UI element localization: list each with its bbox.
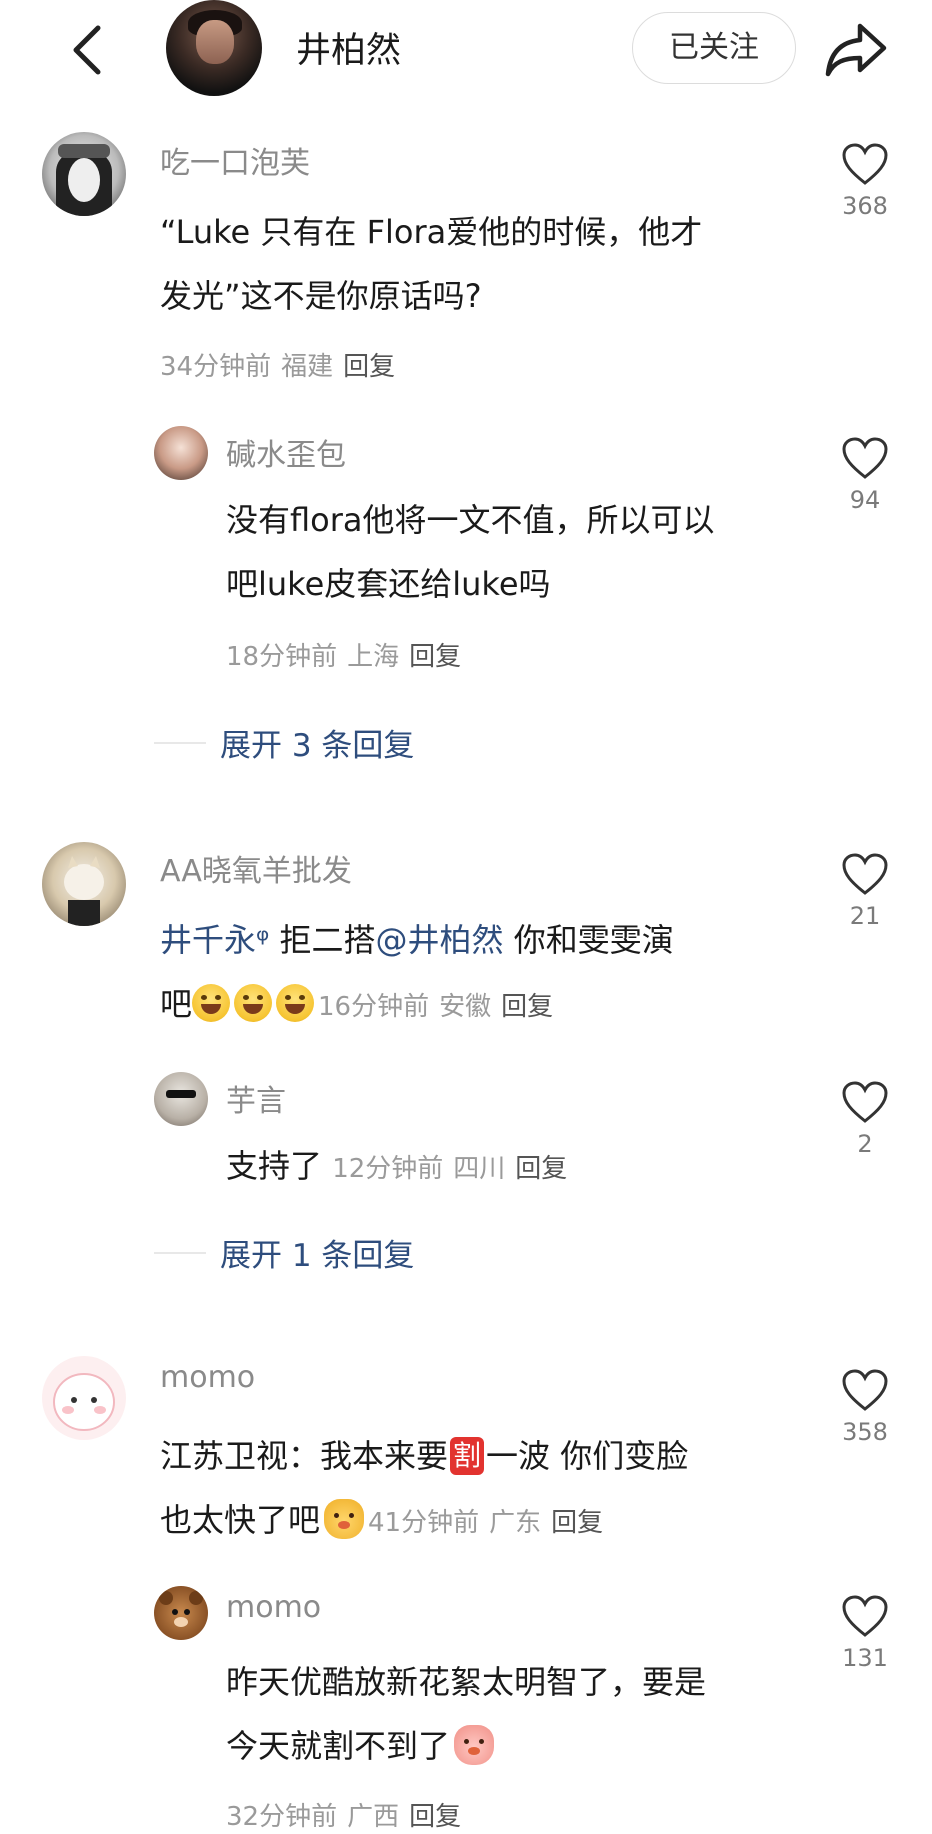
comment-time: 16分钟前 <box>318 992 430 1022</box>
heart-outline-icon <box>842 1369 888 1411</box>
avatar[interactable] <box>42 1356 126 1440</box>
mention-link[interactable]: @井柏然 <box>376 921 504 959</box>
like-count: 368 <box>842 192 888 220</box>
duck-sticker-icon <box>324 1499 365 1539</box>
page-title: 井柏然 <box>296 31 402 71</box>
comment-text: 昨天优酷放新花絮太明智了，要是 今天就割不到了 <box>226 1663 707 1765</box>
back-button[interactable] <box>62 20 112 80</box>
heart-outline-icon <box>842 1081 888 1123</box>
like-count: 94 <box>849 486 881 514</box>
follow-button[interactable]: 已关注 <box>632 12 796 84</box>
comment-text: 支持了 12分钟前 四川 回复 <box>226 1147 568 1185</box>
mention-link[interactable]: 井千永ᵠ <box>160 921 269 959</box>
comment-meta: 34分钟前 福建 回复 <box>160 346 395 383</box>
comment-location: 安徽 <box>439 992 492 1022</box>
heart-outline-icon <box>842 853 888 895</box>
like-count: 131 <box>842 1644 888 1672</box>
comment-text: 江苏卫视：我本来要割一波 你们变脸 也太快了吧 41分钟前 广东 回复 <box>160 1437 689 1539</box>
heart-outline-icon <box>842 143 888 185</box>
comment-meta: 41分钟前 广东 回复 <box>368 1508 603 1538</box>
cut-emoji-badge: 割 <box>450 1437 485 1475</box>
comment-location: 福建 <box>281 352 334 382</box>
comment-username[interactable]: 碱水歪包 <box>226 430 346 474</box>
comment-meta: 18分钟前 上海 回复 <box>226 636 461 673</box>
like-button[interactable]: 358 <box>835 1368 895 1446</box>
like-button[interactable]: 131 <box>835 1594 895 1672</box>
pig-sticker-icon <box>454 1725 495 1765</box>
comment-username[interactable]: AA晓氧羊批发 <box>160 846 352 890</box>
like-count: 358 <box>842 1418 888 1446</box>
comment-text: 井千永ᵠ 拒二搭@井柏然 你和雯雯演 吧 16分钟前 安徽 回复 <box>160 921 674 1023</box>
comment-time: 12分钟前 <box>332 1154 444 1184</box>
like-count: 21 <box>849 902 881 930</box>
comment-location: 上海 <box>347 642 400 672</box>
reply-button[interactable]: 回复 <box>551 1508 603 1538</box>
reply-button[interactable]: 回复 <box>515 1154 567 1184</box>
comment-username[interactable]: momo <box>160 1360 255 1395</box>
avatar[interactable] <box>42 842 126 926</box>
heart-outline-icon <box>842 437 888 479</box>
reply-button[interactable]: 回复 <box>409 1802 461 1832</box>
comment-username[interactable]: momo <box>226 1590 321 1625</box>
comment-username[interactable]: 吃一口泡芙 <box>160 138 310 182</box>
comment-time: 32分钟前 <box>226 1802 338 1832</box>
comment-text: “Luke 只有在 Flora爱他的时候，他才 发光”这不是你原话吗? <box>160 213 703 315</box>
share-arrow-icon <box>825 23 887 77</box>
comment-location: 广西 <box>347 1802 400 1832</box>
avatar[interactable] <box>154 1586 208 1640</box>
comment-meta: 12分钟前 四川 回复 <box>332 1154 567 1184</box>
divider <box>154 742 206 744</box>
like-button[interactable]: 2 <box>835 1080 895 1158</box>
reply-button[interactable]: 回复 <box>343 352 395 382</box>
grin-emoji-icon <box>234 984 273 1022</box>
comment-location: 四川 <box>453 1154 506 1184</box>
like-button[interactable]: 94 <box>835 436 895 514</box>
heart-outline-icon <box>842 1595 888 1637</box>
comment-username[interactable]: 芋言 <box>226 1076 286 1120</box>
avatar[interactable] <box>154 426 208 480</box>
expand-replies-button[interactable]: 展开 3 条回复 <box>220 720 414 765</box>
comment-time: 34分钟前 <box>160 352 272 382</box>
expand-replies-button[interactable]: 展开 1 条回复 <box>220 1230 414 1275</box>
comment-meta: 16分钟前 安徽 回复 <box>318 992 553 1022</box>
like-button[interactable]: 21 <box>835 852 895 930</box>
reply-button[interactable]: 回复 <box>501 992 553 1022</box>
chevron-left-icon <box>73 25 101 75</box>
avatar[interactable] <box>42 132 126 216</box>
share-button[interactable] <box>824 18 888 80</box>
avatar[interactable] <box>154 1072 208 1126</box>
comment-time: 41分钟前 <box>368 1508 480 1538</box>
like-count: 2 <box>857 1130 873 1158</box>
comment-text: 没有flora他将一文不值，所以可以 吧luke皮套还给luke吗 <box>226 501 715 603</box>
grin-emoji-icon <box>192 984 231 1022</box>
comment-meta: 32分钟前 广西 回复 <box>226 1796 461 1833</box>
divider <box>154 1252 206 1254</box>
profile-avatar[interactable] <box>166 0 262 96</box>
comment-location: 广东 <box>489 1508 542 1538</box>
comment-time: 18分钟前 <box>226 642 338 672</box>
grin-emoji-icon <box>276 984 315 1022</box>
like-button[interactable]: 368 <box>835 142 895 220</box>
reply-button[interactable]: 回复 <box>409 642 461 672</box>
